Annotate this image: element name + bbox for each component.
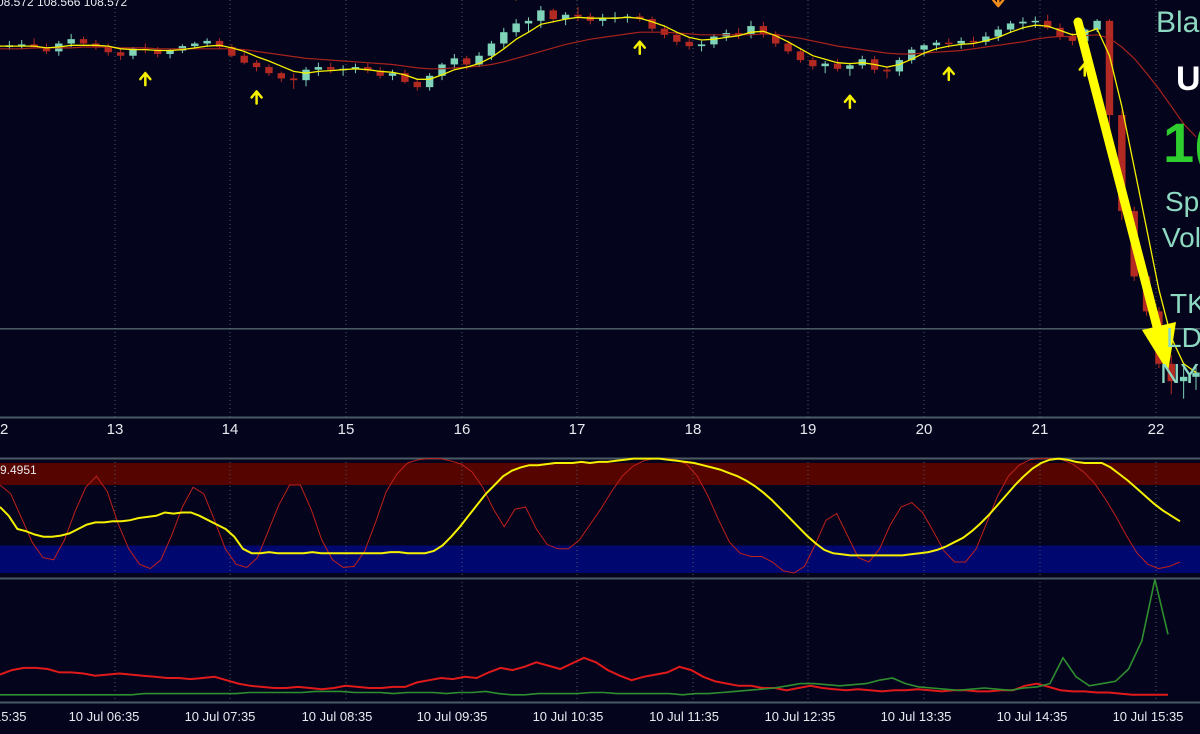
bear-candle (327, 67, 335, 70)
bear-candle (265, 67, 273, 74)
bear-candle (969, 40, 978, 43)
bull-candle (487, 43, 496, 56)
bear-candle (796, 51, 805, 61)
time-tick-label: 10 Jul 14:35 (997, 709, 1068, 724)
day-tick-label: 20 (916, 421, 933, 438)
time-tick-label: 10 Jul 11:35 (649, 709, 719, 724)
day-tick-label: 16 (454, 421, 471, 438)
bear-candle (79, 39, 88, 44)
bear-candle (252, 62, 261, 68)
day-tick-label: 14 (222, 421, 239, 438)
day-tick-label: 13 (107, 421, 124, 438)
bull-candle (191, 43, 199, 47)
time-tick-label: 10 Jul 10:35 (533, 709, 604, 724)
time-tick-label: 10 Jul 07:35 (185, 709, 256, 724)
oversold-zone (0, 545, 1200, 573)
bear-candle (549, 10, 557, 20)
bear-candle (883, 69, 891, 72)
buy-signal-arrow-icon (250, 90, 263, 105)
time-tick-label: 10 Jul 08:35 (302, 709, 373, 724)
side-label-price: 1( (1163, 111, 1200, 174)
bear-candle (1068, 36, 1077, 41)
bull-candle (932, 42, 941, 46)
chart-svg: 2 13 14 15 16 17 18 19 20 21 22 15:35 10 Jul 06:35 10… (0, 0, 1200, 724)
overbought-zone (0, 463, 1200, 485)
side-label-symbol: Bla (1156, 6, 1200, 39)
ohlc-readout: 08.572 108.566 108.572 (0, 0, 127, 9)
bear-candle (945, 42, 953, 45)
bull-candle (524, 20, 533, 24)
bear-candle (574, 14, 582, 17)
bear-candle (289, 78, 298, 81)
bear-candle (673, 34, 681, 42)
buy-signal-arrow-icon (139, 71, 152, 87)
chart-area: 2 13 14 15 16 17 18 19 20 21 22 15:35 10 Jul 06:35 10… (0, 0, 1200, 729)
bear-candle (104, 47, 112, 53)
oscillator-level-label: 9.4951 (0, 463, 37, 477)
bull-candle (846, 65, 854, 69)
bull-candle (450, 58, 459, 65)
bull-candle (994, 29, 1002, 37)
bull-candle (1031, 20, 1040, 23)
time-tick-label: 10 Jul 12:35 (765, 709, 836, 724)
buy-signal-arrow-icon (843, 94, 857, 110)
grid-lines (0, 0, 1200, 704)
day-tick-label: 19 (800, 421, 817, 438)
bull-candle (537, 10, 545, 21)
bull-candle (425, 75, 434, 88)
bull-candle (710, 36, 718, 45)
day-tick-label: 18 (685, 421, 702, 438)
bull-candle (302, 69, 310, 81)
volume-lines (0, 579, 1169, 696)
day-tick-label: 22 (1148, 421, 1165, 438)
buy-signal-arrow-icon (633, 40, 647, 55)
bull-candle (203, 40, 211, 44)
time-tick-label: 15:35 (0, 709, 27, 724)
trend-arrow-shaft (1073, 17, 1167, 351)
moving-averages (0, 16, 1197, 374)
bull-candle (512, 23, 520, 33)
bull-candle (895, 60, 904, 72)
time-tick-label: 10 Jul 13:35 (881, 709, 952, 724)
candle-series (0, 6, 1200, 399)
bear-candle (413, 81, 421, 88)
bull-candle (1006, 23, 1015, 30)
side-label-volume: Vol (1162, 222, 1200, 253)
buy-signal-arrow-icon (942, 66, 956, 82)
day-tick-label: 2 (0, 421, 8, 438)
fast-moving-average (0, 16, 1197, 374)
bear-candle (116, 52, 125, 56)
sell-signal-arrow-icon (991, 0, 1005, 8)
side-label-direction: U (1176, 60, 1200, 98)
bull-candle (821, 63, 829, 67)
bull-candle (67, 39, 75, 44)
bear-candle (685, 41, 693, 47)
bull-candle (697, 44, 706, 47)
day-tick-label: 17 (569, 421, 586, 438)
day-tick-label: 15 (338, 421, 355, 438)
bull-candle (388, 73, 397, 76)
time-tick-label: 10 Jul 06:35 (69, 709, 140, 724)
bull-candle (314, 67, 323, 70)
bear-candle (277, 73, 286, 79)
bull-candle (500, 32, 508, 44)
time-tick-label: 10 Jul 09:35 (417, 709, 488, 724)
bear-candle (809, 60, 817, 67)
bull-candle (957, 40, 965, 44)
bear-candle (463, 58, 471, 65)
time-tick-label: 10 Jul 15:35 (1113, 709, 1184, 724)
bull-candle (1019, 21, 1027, 24)
side-label-session-london: LD (1166, 322, 1200, 353)
day-tick-label: 21 (1032, 421, 1049, 438)
side-label-session-newyork: NY (1160, 358, 1199, 389)
bear-candle (240, 55, 248, 63)
bear-candle (833, 63, 842, 69)
bear-candle (784, 43, 792, 52)
bull-candle (920, 45, 928, 50)
side-label-session-tokyo: TK (1170, 288, 1200, 319)
side-label-spread: Sp (1165, 186, 1200, 217)
